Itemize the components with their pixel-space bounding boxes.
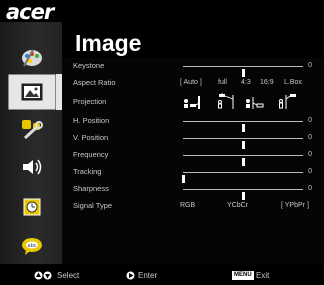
row-projection[interactable]: Projection (73, 93, 318, 111)
aspect-ratio-label: Aspect Ratio (73, 78, 116, 87)
signal-option-rgb[interactable]: RGB (180, 199, 195, 213)
tab-audio[interactable] (8, 149, 56, 185)
frequency-value: 0 (308, 151, 312, 158)
v-position-value: 0 (308, 134, 312, 141)
row-aspect-ratio[interactable]: Aspect Ratio [ Auto ] full 4:3 16:9 L.Bo… (73, 76, 318, 90)
acer-logo: acer (6, 0, 54, 24)
sharpness-slider-track[interactable] (183, 189, 303, 200)
row-sharpness[interactable]: Sharpness 0 (73, 182, 318, 200)
sharpness-value: 0 (308, 185, 312, 192)
tab-color[interactable] (8, 39, 56, 75)
h-position-slider-track[interactable] (183, 121, 303, 132)
tab-language[interactable]: abc (8, 228, 56, 264)
row-frequency[interactable]: Frequency 0 (73, 148, 318, 166)
page-title: Image (75, 30, 142, 56)
v-position-label: V. Position (73, 133, 109, 142)
row-keystone[interactable]: Keystone 0 (73, 59, 318, 77)
signal-option-ycbcr[interactable]: YCbCr (227, 199, 248, 213)
footer-hint-bar: Select Enter MENU Exit (0, 266, 324, 285)
front-ceiling-icon[interactable] (216, 93, 236, 111)
keystone-slider-track[interactable] (183, 66, 303, 77)
row-h-position[interactable]: H. Position 0 (73, 114, 318, 132)
rear-desktop-icon[interactable] (245, 93, 267, 111)
tab-timer[interactable] (8, 189, 56, 225)
row-tracking[interactable]: Tracking 0 (73, 165, 318, 183)
aspect-option-4-3[interactable]: 4:3 (241, 76, 251, 90)
wrench-icon (22, 120, 43, 140)
tab-image[interactable] (8, 74, 64, 110)
clock-icon (23, 198, 41, 216)
row-signal-type[interactable]: Signal Type RGB YCbCr [ YPbPr ] (73, 199, 318, 213)
keystone-label: Keystone (73, 61, 105, 70)
h-position-value: 0 (308, 117, 312, 124)
menu-key-badge: MENU (232, 271, 254, 280)
tab-setting[interactable] (8, 112, 56, 148)
v-position-slider-track[interactable] (183, 138, 303, 149)
language-bubble-icon: abc (22, 238, 42, 255)
aspect-option-16-9[interactable]: 16:9 (260, 76, 274, 90)
h-position-label: H. Position (73, 116, 110, 125)
sharpness-label: Sharpness (73, 184, 109, 193)
footer-select-label: Select (57, 271, 80, 280)
palette-icon (22, 49, 42, 67)
svg-text:abc: abc (28, 243, 37, 249)
front-desktop-icon[interactable] (183, 93, 203, 111)
keystone-value: 0 (308, 62, 312, 69)
footer-exit-label: Exit (256, 271, 270, 280)
tracking-slider-track[interactable] (182, 172, 303, 183)
up-down-arrows-icon (34, 271, 52, 280)
footer-enter-label: Enter (138, 271, 158, 280)
picture-icon (21, 83, 43, 101)
frequency-slider-track[interactable] (183, 155, 303, 166)
aspect-option-lbox[interactable]: L.Box (284, 76, 302, 90)
tracking-label: Tracking (73, 167, 102, 176)
aspect-option-full[interactable]: full (218, 76, 227, 90)
signal-option-ypbpr[interactable]: [ YPbPr ] (281, 199, 309, 213)
aspect-option-auto[interactable]: [ Auto ] (180, 76, 202, 90)
rear-ceiling-icon[interactable] (278, 93, 300, 111)
signal-type-label: Signal Type (73, 201, 113, 210)
row-v-position[interactable]: V. Position 0 (73, 131, 318, 149)
frequency-label: Frequency (73, 150, 109, 159)
menu-tab-tray: abc (0, 22, 64, 264)
speaker-icon (23, 159, 42, 175)
projection-label: Projection (73, 97, 107, 106)
enter-arrow-icon (126, 271, 135, 280)
tracking-value: 0 (308, 168, 312, 175)
